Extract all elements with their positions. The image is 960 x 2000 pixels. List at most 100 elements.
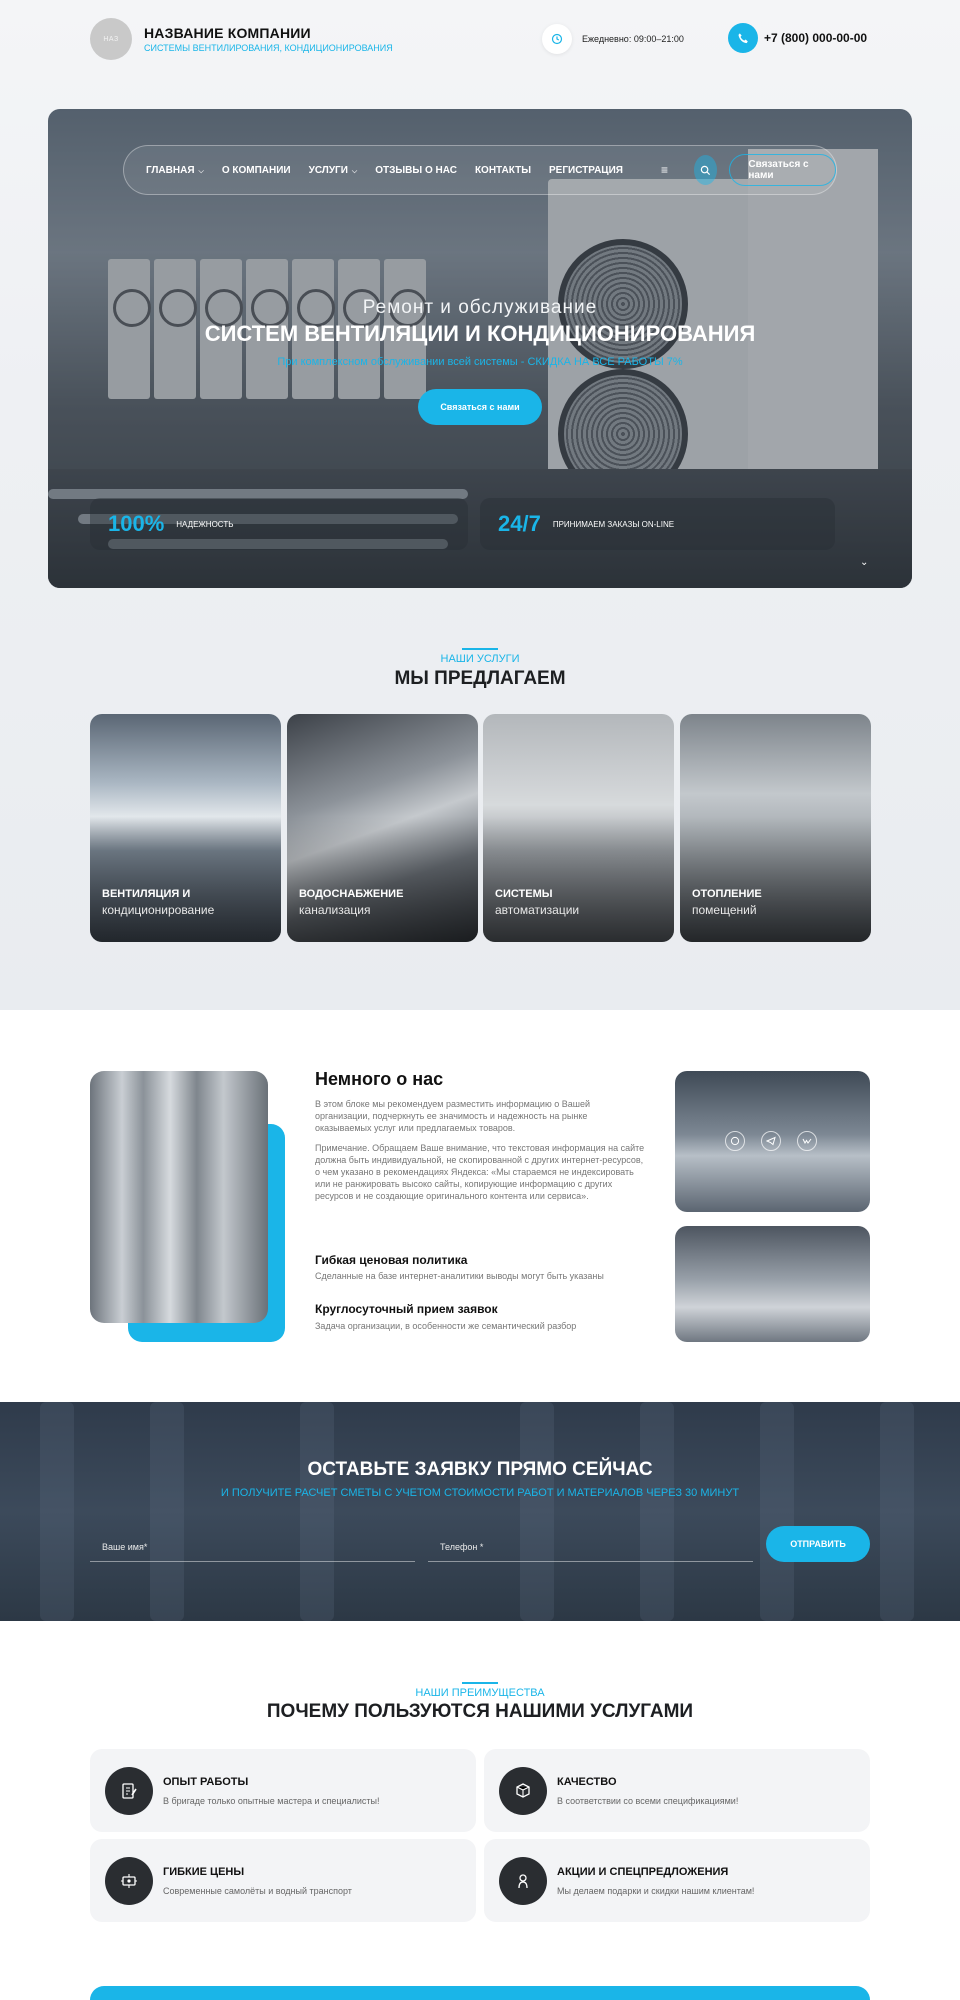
nav-label: УСЛУГИ xyxy=(308,164,348,176)
about-title: Немного о нас xyxy=(315,1069,444,1089)
bg-column xyxy=(150,1402,184,1621)
main-nav: ГЛАВНАЯ ⌵ О КОМПАНИИ УСЛУГИ ⌵ ОТЗЫВЫ О НАС… xyxy=(123,145,837,195)
working-hours: Ежедневно: 09:00–21:00 xyxy=(542,24,684,54)
advantage-card-experience: ОПЫТ РАБОТЫ В бригаде только опытные мас… xyxy=(90,1749,476,1832)
nav-item-about[interactable]: О КОМПАНИИ xyxy=(222,165,291,176)
advantage-title: ГИБКИЕ ЦЕНЫ xyxy=(163,1865,245,1878)
nav-contact-button[interactable]: Связаться с нами xyxy=(729,154,836,186)
hours-text: Ежедневно: 09:00–21:00 xyxy=(582,34,684,44)
advantage-title: ОПЫТ РАБОТЫ xyxy=(163,1775,249,1788)
scroll-down-icon[interactable]: ⌄ xyxy=(860,557,868,568)
request-section: ОСТАВЬТЕ ЗАЯВКУ ПРЯМО СЕЙЧАС И ПОЛУЧИТЕ … xyxy=(0,1402,960,1621)
feature-title: Круглосуточный прием заявок xyxy=(315,1302,498,1316)
service-card-automation[interactable]: СИСТЕМЫ автоматизации xyxy=(483,714,674,942)
nav-label: ГЛАВНАЯ xyxy=(146,164,195,176)
nav-label: ОТЗЫВЫ О НАС xyxy=(375,164,457,176)
services-title: МЫ ПРЕДЛАГАЕМ xyxy=(394,668,566,689)
bg-column xyxy=(640,1402,674,1621)
service-card-ventilation[interactable]: ВЕНТИЛЯЦИЯ И кондиционирование xyxy=(90,714,281,942)
advantage-desc: Мы делаем подарки и скидки нашим клиента… xyxy=(557,1885,755,1896)
site-header: НАЗ НАЗВАНИЕ КОМПАНИИ СИСТЕМЫ ВЕНТИЛИРОВ… xyxy=(90,18,870,60)
stat-label: ПРИНИМАЕМ ЗАКАЗЫ ON-LINE xyxy=(552,519,675,529)
box-icon xyxy=(499,1766,547,1815)
submit-button[interactable]: ОТПРАВИТЬ xyxy=(766,1526,870,1562)
logo-text: НАЗ xyxy=(103,35,119,43)
advantages-kicker: НАШИ ПРЕИМУЩЕСТВА xyxy=(415,1687,545,1699)
advantage-text: АКЦИИ И СПЕЦПРЕДЛОЖЕНИЯ Мы делаем подарк… xyxy=(557,1866,754,1896)
search-button[interactable] xyxy=(694,155,718,185)
advantage-desc: В бригаде только опытные мастера и специ… xyxy=(163,1795,380,1806)
gift-hand-icon xyxy=(499,1856,547,1905)
stat-online: 24/7 ПРИНИМАЕМ ЗАКАЗЫ ON-LINE xyxy=(480,498,835,550)
advantage-text: ОПЫТ РАБОТЫ В бригаде только опытные мас… xyxy=(163,1776,379,1806)
advantage-card-prices: ГИБКИЕ ЦЕНЫ Современные самолёты и водны… xyxy=(90,1839,476,1922)
hero-title: СИСТЕМ ВЕНТИЛЯЦИИ И КОНДИЦИОНИРОВАНИЯ xyxy=(204,321,756,346)
phone-field[interactable]: Телефон * xyxy=(428,1532,753,1562)
section-divider xyxy=(462,1682,498,1684)
advantage-desc: Современные самолёты и водный транспорт xyxy=(163,1885,352,1896)
service-card-subtitle: канализация xyxy=(299,903,371,917)
hero-subtitle: При комплексном обслуживании всей систем… xyxy=(277,356,683,368)
nav-item-registration[interactable]: РЕГИСТРАЦИЯ xyxy=(549,165,623,176)
bg-column xyxy=(300,1402,334,1621)
chevron-down-icon: ⌵ xyxy=(351,167,358,175)
advantage-desc: В соответствии со всеми спецификациями! xyxy=(557,1795,739,1806)
advantages-title: ПОЧЕМУ ПОЛЬЗУЮТСЯ НАШИМИ УСЛУГАМИ xyxy=(266,1701,694,1722)
menu-icon[interactable]: ≡ xyxy=(661,163,668,177)
brand: НАЗВАНИЕ КОМПАНИИ СИСТЕМЫ ВЕНТИЛИРОВАНИЯ… xyxy=(144,25,393,53)
bottom-banner-edge xyxy=(90,1986,870,2000)
about-photo-pipes xyxy=(90,1071,268,1323)
phone-icon xyxy=(728,23,758,53)
nav-item-home[interactable]: ГЛАВНАЯ ⌵ xyxy=(146,165,204,176)
stat-label: НАДЕЖНОСТЬ xyxy=(176,519,234,529)
company-name: НАЗВАНИЕ КОМПАНИИ xyxy=(144,25,311,41)
about-photo-vent xyxy=(675,1226,870,1342)
phone-link[interactable]: +7 (800) 000-00-00 xyxy=(728,23,867,53)
company-logo[interactable]: НАЗ xyxy=(90,18,132,60)
telegram-icon[interactable] xyxy=(761,1131,781,1151)
service-card-title: ОТОПЛЕНИЕ xyxy=(692,888,762,900)
nav-item-reviews[interactable]: ОТЗЫВЫ О НАС xyxy=(375,165,457,176)
bg-column xyxy=(520,1402,554,1621)
chevron-down-icon: ⌵ xyxy=(198,167,204,175)
service-card-subtitle: кондиционирование xyxy=(102,903,215,917)
request-title: ОСТАВЬТЕ ЗАЯВКУ ПРЯМО СЕЙЧАС xyxy=(307,1459,653,1480)
bg-column xyxy=(880,1402,914,1621)
vk-icon[interactable] xyxy=(797,1131,817,1151)
nav-item-services[interactable]: УСЛУГИ ⌵ xyxy=(309,165,358,176)
advantage-text: КАЧЕСТВО В соответствии со всеми специфи… xyxy=(557,1776,738,1806)
clock-icon xyxy=(542,24,572,54)
stat-value: 100% xyxy=(108,511,165,536)
search-icon xyxy=(700,165,711,175)
whatsapp-icon[interactable] xyxy=(725,1131,745,1151)
name-field[interactable]: Ваше имя* xyxy=(90,1532,415,1562)
hero-banner: ГЛАВНАЯ ⌵ О КОМПАНИИ УСЛУГИ ⌵ ОТЗЫВЫ О НАС… xyxy=(48,109,912,588)
nav-label: КОНТАКТЫ xyxy=(474,164,531,176)
price-tag-icon xyxy=(105,1856,153,1905)
document-pen-icon xyxy=(105,1766,153,1815)
feature-title: Гибкая ценовая политика xyxy=(315,1253,468,1267)
service-card-heating[interactable]: ОТОПЛЕНИЕ помещений xyxy=(680,714,871,942)
service-card-subtitle: автоматизации xyxy=(495,903,580,917)
section-divider xyxy=(462,648,498,650)
about-photo-ducts xyxy=(675,1071,870,1212)
nav-label: О КОМПАНИИ xyxy=(221,164,291,176)
nav-label: РЕГИСТРАЦИЯ xyxy=(549,164,623,176)
phone-number: +7 (800) 000-00-00 xyxy=(764,31,868,45)
advantage-card-quality: КАЧЕСТВО В соответствии со всеми специфи… xyxy=(484,1749,870,1832)
advantage-title: АКЦИИ И СПЕЦПРЕДЛОЖЕНИЯ xyxy=(557,1865,729,1878)
service-card-title: ВОДОСНАБЖЕНИЕ xyxy=(299,888,404,900)
service-card-title: СИСТЕМЫ xyxy=(495,888,553,900)
feature-desc: Сделанные на базе интернет-аналитики выв… xyxy=(315,1271,604,1281)
about-note: Примечание. Обращаем Ваше внимание, что … xyxy=(315,1143,645,1201)
advantage-text: ГИБКИЕ ЦЕНЫ Современные самолёты и водны… xyxy=(163,1866,352,1896)
service-card-title: ВЕНТИЛЯЦИЯ И xyxy=(102,888,191,900)
services-kicker: НАШИ УСЛУГИ xyxy=(440,653,520,665)
hero-contact-button[interactable]: Связаться с нами xyxy=(418,389,542,425)
service-card-water[interactable]: ВОДОСНАБЖЕНИЕ канализация xyxy=(287,714,478,942)
nav-item-contacts[interactable]: КОНТАКТЫ xyxy=(475,165,531,176)
bg-column xyxy=(40,1402,74,1621)
hero-kicker: Ремонт и обслуживание xyxy=(362,297,598,318)
company-tagline: СИСТЕМЫ ВЕНТИЛИРОВАНИЯ, КОНДИЦИОНИРОВАНИ… xyxy=(144,43,393,53)
stat-reliability: 100% НАДЕЖНОСТЬ xyxy=(90,498,468,550)
